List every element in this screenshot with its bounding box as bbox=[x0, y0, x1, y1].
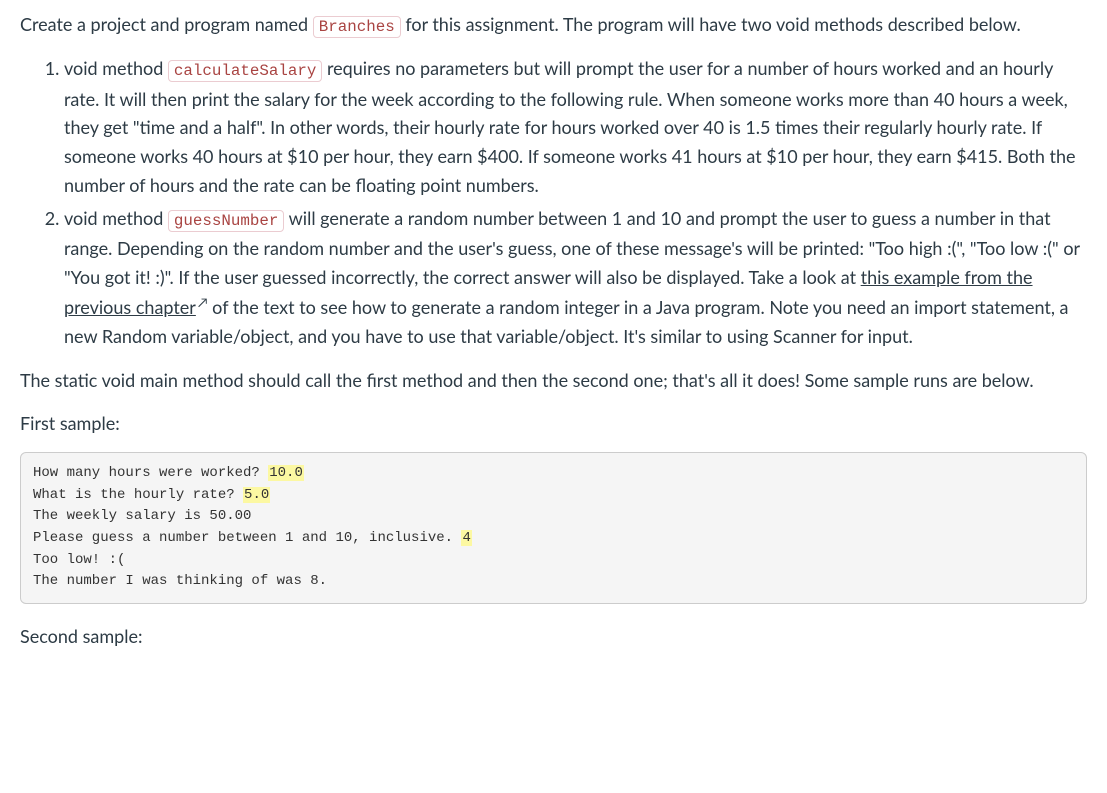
second-sample-label: Second sample: bbox=[20, 622, 1087, 651]
external-link-icon: ↗ bbox=[198, 294, 208, 310]
inline-code-branches: Branches bbox=[313, 16, 401, 38]
intro-text-post: for this assignment. The program will ha… bbox=[401, 13, 1021, 35]
inline-code-guess-number: guessNumber bbox=[168, 210, 284, 232]
item2-text-c: of the text to see how to generate a ran… bbox=[64, 296, 1068, 347]
sample1-line1-input: 10.0 bbox=[268, 465, 304, 481]
sample1-line1-prompt: How many hours were worked? bbox=[33, 465, 268, 481]
intro-paragraph: Create a project and program named Branc… bbox=[20, 10, 1087, 40]
sample1-line4-input: 4 bbox=[461, 530, 471, 546]
sample1-line6: The number I was thinking of was 8. bbox=[33, 573, 327, 589]
list-item: void method calculateSalary requires no … bbox=[64, 54, 1087, 200]
item2-text-a: void method bbox=[64, 207, 168, 229]
sample1-line5: Too low! :( bbox=[33, 552, 125, 568]
inline-code-calculate-salary: calculateSalary bbox=[168, 60, 322, 82]
method-list: void method calculateSalary requires no … bbox=[20, 54, 1087, 350]
list-item: void method guessNumber will generate a … bbox=[64, 204, 1087, 351]
sample1-line4-prompt: Please guess a number between 1 and 10, … bbox=[33, 530, 461, 546]
sample1-line2-input: 5.0 bbox=[243, 487, 270, 503]
sample-output-1: How many hours were worked? 10.0 What is… bbox=[20, 452, 1087, 604]
first-sample-label: First sample: bbox=[20, 409, 1087, 438]
sample1-line3: The weekly salary is 50.00 bbox=[33, 508, 251, 524]
sample1-line2-prompt: What is the hourly rate? bbox=[33, 487, 243, 503]
after-list-paragraph: The static void main method should call … bbox=[20, 366, 1087, 395]
intro-text-pre: Create a project and program named bbox=[20, 13, 313, 35]
item1-text-a: void method bbox=[64, 57, 168, 79]
